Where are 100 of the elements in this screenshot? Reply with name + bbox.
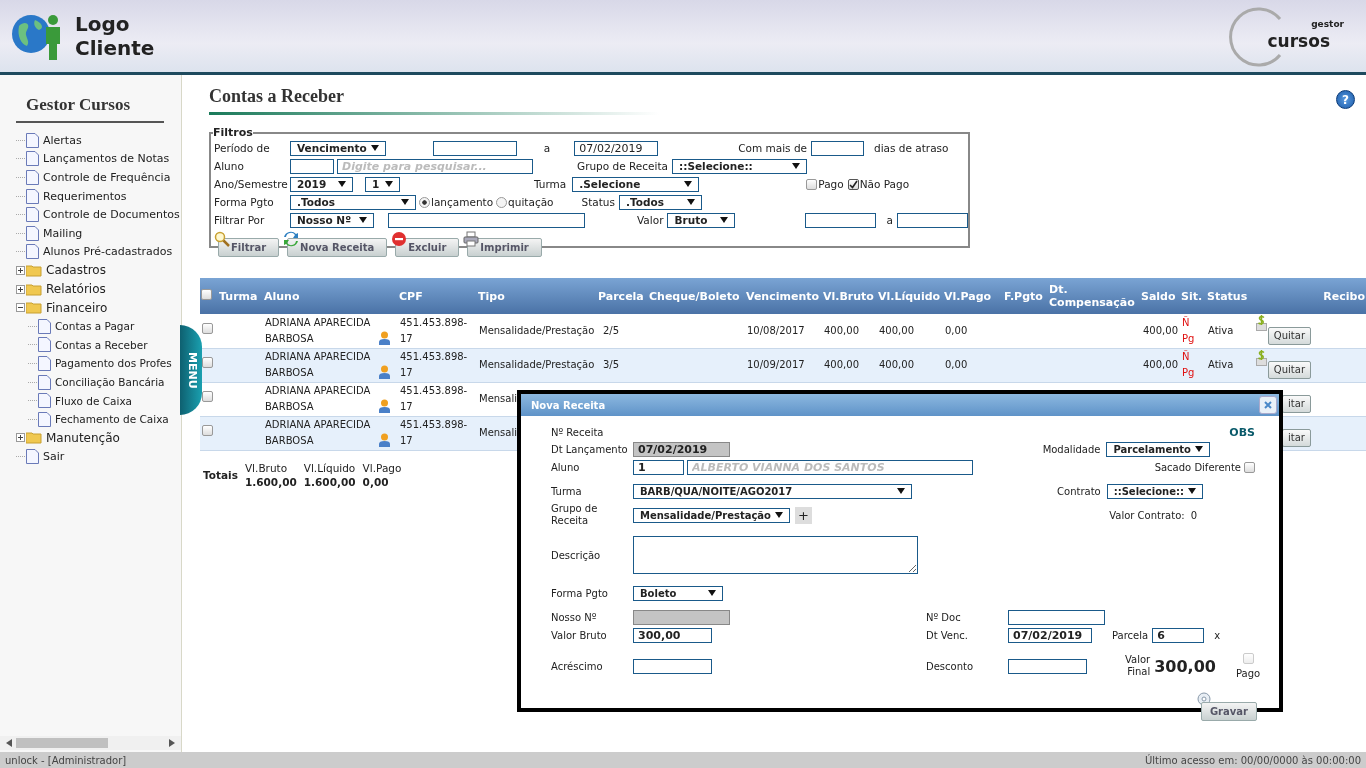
toolbar-button[interactable]: Excluir — [395, 238, 460, 257]
arrows-icon — [283, 231, 300, 247]
sidebar-item[interactable]: Alertas — [43, 133, 82, 147]
caret-icon — [897, 488, 905, 494]
value-from-field[interactable] — [805, 212, 877, 228]
sidebar-folder[interactable]: Relatórios — [46, 282, 106, 297]
status-select[interactable]: .Todos — [619, 194, 702, 210]
sidebar-folder[interactable]: Manutenção — [46, 430, 120, 445]
sidebar-folder[interactable]: Cadastros — [46, 263, 106, 278]
plus-box-icon[interactable] — [16, 265, 25, 275]
different-payer-checkbox[interactable] — [1244, 461, 1255, 473]
sidebar-item[interactable]: Requerimentos — [43, 189, 127, 203]
scroll-left-icon[interactable] — [6, 739, 12, 747]
sidebar-item[interactable]: Alunos Pré-cadastrados — [43, 245, 173, 259]
discount-field[interactable] — [1008, 658, 1087, 674]
row-checkbox[interactable] — [202, 322, 213, 334]
sidebar-item[interactable]: Mailing — [43, 226, 83, 240]
radio-button[interactable] — [496, 196, 508, 208]
sidebar-item[interactable]: Sair — [43, 449, 65, 463]
row-checkbox[interactable] — [202, 391, 213, 402]
field-label: Parcela — [1112, 629, 1149, 641]
select-all-checkbox[interactable] — [201, 288, 212, 300]
checkbox-label: Sacado Diferente — [1154, 461, 1241, 473]
caret-icon — [385, 181, 393, 187]
filter-value-field[interactable] — [388, 212, 585, 228]
year-select[interactable]: 2019 — [290, 176, 353, 192]
sidebar-item[interactable]: Pagamento dos Profes — [55, 357, 172, 370]
last-access-text: Último acesso em: 00/00/0000 às 00:00:00 — [1145, 754, 1361, 766]
sidebar-item[interactable]: Contas a Pagar — [55, 320, 135, 333]
row-checkbox[interactable] — [202, 425, 213, 436]
period-select[interactable]: Vencimento — [290, 140, 386, 156]
document-field[interactable] — [1008, 609, 1105, 625]
paid-checkbox[interactable] — [806, 178, 818, 190]
sidebar-item[interactable]: Conciliação Bancária — [55, 376, 165, 388]
surcharge-field[interactable] — [633, 658, 712, 674]
minus-box-icon[interactable] — [16, 303, 25, 313]
class-select[interactable]: BARB/QUA/NOITE/AGO2017 — [633, 483, 912, 499]
horizontal-scrollbar[interactable] — [0, 736, 181, 750]
radio-button[interactable] — [419, 196, 430, 208]
value-to-field[interactable] — [896, 212, 968, 228]
settle-button[interactable]: itar — [1282, 429, 1311, 447]
unpaid-checkbox[interactable] — [847, 178, 859, 190]
magnifier-icon — [214, 231, 230, 247]
sidebar-item[interactable]: Controle de Documentos — [43, 208, 180, 222]
sidebar-item[interactable]: Fechamento de Caixa — [55, 413, 169, 426]
menu-tab[interactable]: MENU — [180, 325, 202, 415]
value-select[interactable]: Bruto — [667, 212, 736, 228]
contract-select[interactable]: ::Selecione:: — [1106, 483, 1203, 499]
settle-button[interactable]: Quitar — [1267, 361, 1311, 379]
date-from-field[interactable] — [432, 140, 517, 156]
date-to-field[interactable]: 07/02/2019 — [574, 140, 659, 156]
page-icon — [26, 151, 39, 167]
field-label: Aluno — [551, 461, 581, 473]
student-code-field[interactable] — [290, 158, 334, 174]
sidebar-folder[interactable]: Financeiro — [46, 300, 108, 315]
add-button[interactable]: + — [795, 506, 812, 524]
field-label: Descrição — [551, 549, 602, 561]
days-field[interactable] — [811, 140, 865, 156]
payment-select[interactable]: Boleto — [633, 585, 723, 601]
obs-link[interactable]: OBS — [1229, 425, 1255, 439]
settle-button[interactable]: Quitar — [1267, 326, 1311, 345]
installments-field[interactable]: 6 — [1152, 627, 1205, 643]
plus-box-icon[interactable] — [16, 433, 25, 443]
toolbar-button[interactable]: Filtrar — [218, 238, 280, 257]
filter-by-select[interactable]: Nosso Nº — [290, 212, 374, 228]
page-icon — [26, 244, 39, 260]
settle-button[interactable]: itar — [1282, 395, 1311, 413]
payment-select[interactable]: .Todos — [290, 194, 416, 210]
table-cell: Mensalidade/Prestação — [479, 359, 595, 370]
field-label: Ano/Semestre — [214, 178, 289, 190]
due-date-field[interactable]: 07/02/2019 — [1008, 627, 1092, 643]
semester-select[interactable]: 1 — [365, 176, 400, 192]
sidebar-item[interactable]: Contas a Receber — [55, 338, 148, 351]
sidebar-item[interactable]: Controle de Frequência — [43, 171, 171, 184]
student-search-field[interactable]: Digite para pesquisar... — [337, 158, 533, 174]
table-cell: 400,00 — [1143, 324, 1178, 336]
revenue-group-select[interactable]: ::Selecione:: — [672, 158, 807, 174]
plus-box-icon[interactable] — [16, 284, 25, 294]
sidebar-item[interactable]: Lançamentos de Notas — [43, 152, 170, 166]
field-label: Desconto — [926, 660, 975, 672]
field-label: Nº Receita — [551, 426, 605, 438]
table-cell: 451.453.898-17 — [400, 351, 468, 378]
student-code-field[interactable]: 1 — [633, 459, 684, 475]
caret-icon — [401, 199, 409, 205]
description-field[interactable] — [633, 536, 918, 574]
status-text: Ñ Pg — [1182, 349, 1196, 380]
gross-value-field[interactable]: 300,00 — [633, 627, 712, 643]
class-select[interactable]: .Selecione — [572, 176, 700, 192]
user-text: unlock - [Administrador] — [5, 754, 127, 766]
mode-select[interactable]: Parcelamento — [1106, 441, 1210, 457]
toolbar-button[interactable]: Imprimir — [467, 238, 542, 257]
scroll-right-icon[interactable] — [169, 739, 175, 747]
sidebar-item[interactable]: Fluxo de Caixa — [55, 394, 133, 407]
row-checkbox[interactable] — [202, 357, 213, 368]
save-button[interactable]: Gravar — [1200, 702, 1257, 721]
close-button[interactable] — [1259, 396, 1277, 414]
toolbar-button[interactable]: Nova Receita — [287, 238, 388, 257]
revenue-group-select[interactable]: Mensalidade/Prestação — [633, 507, 790, 523]
help-button[interactable]: ? — [1336, 90, 1355, 109]
field-label: Turma — [534, 178, 567, 190]
